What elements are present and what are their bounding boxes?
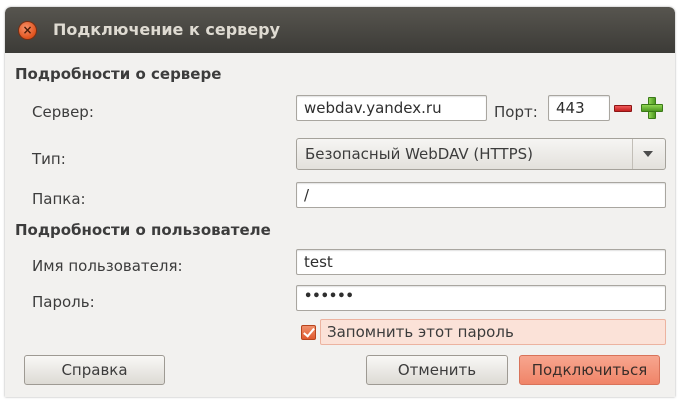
remember-password-label[interactable]: Запомнить этот пароль: [320, 319, 666, 345]
type-select[interactable]: Безопасный WebDAV (HTTPS): [296, 138, 666, 170]
type-select-value: Безопасный WebDAV (HTTPS): [305, 145, 534, 163]
remember-password-checkbox[interactable]: [301, 325, 316, 340]
username-input[interactable]: test: [296, 249, 666, 275]
password-label: Пароль:: [32, 293, 95, 311]
folder-input[interactable]: /: [296, 182, 666, 208]
minus-icon[interactable]: [613, 99, 633, 119]
type-label: Тип:: [32, 150, 66, 168]
close-icon[interactable]: ×: [19, 22, 36, 39]
title-bar: × Подключение к серверу: [5, 7, 675, 53]
server-label: Сервер:: [32, 103, 94, 121]
window-title: Подключение к серверу: [53, 20, 281, 39]
username-label: Имя пользователя:: [32, 257, 183, 275]
dialog-window: × Подключение к серверу Подробности о се…: [5, 7, 675, 397]
folder-label: Папка:: [32, 190, 86, 208]
plus-icon[interactable]: [641, 97, 663, 119]
user-section-heading: Подробности о пользователе: [15, 221, 271, 239]
port-label: Порт:: [494, 103, 538, 121]
cancel-button[interactable]: Отменить: [366, 355, 508, 385]
help-button[interactable]: Справка: [24, 355, 165, 385]
connect-button[interactable]: Подключиться: [519, 355, 660, 385]
password-input[interactable]: ••••••: [296, 285, 666, 311]
server-input[interactable]: webdav.yandex.ru: [296, 95, 487, 121]
server-section-heading: Подробности о сервере: [15, 65, 222, 83]
port-input[interactable]: 443: [548, 95, 610, 121]
chevron-down-icon: [632, 139, 665, 169]
